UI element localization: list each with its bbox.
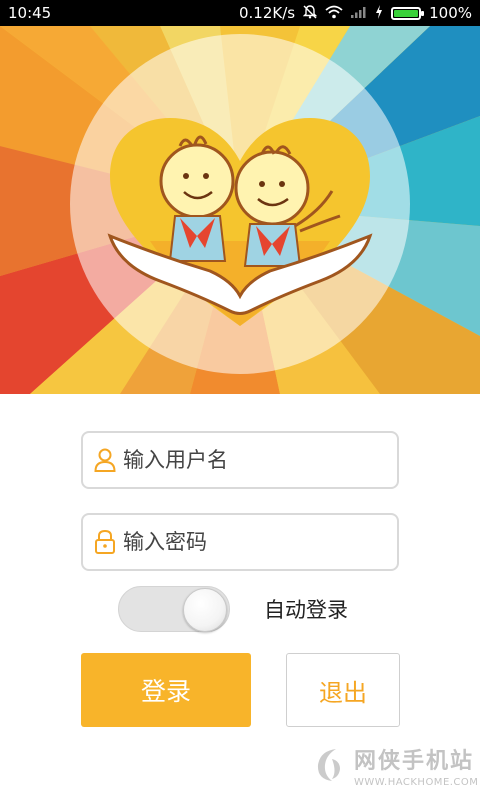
status-time: 10:45 bbox=[8, 4, 52, 22]
status-bar: 10:45 0.12K/s 100% bbox=[0, 0, 480, 26]
watermark-logo-icon bbox=[312, 745, 346, 785]
exit-button[interactable]: 退出 bbox=[286, 653, 400, 727]
watermark-url: WWW.HACKHOME.COM bbox=[354, 776, 479, 788]
username-field[interactable] bbox=[81, 431, 399, 489]
watermark: 网侠手机站 WWW.HACKHOME.COM bbox=[312, 735, 480, 795]
username-input[interactable] bbox=[123, 448, 397, 472]
password-field[interactable] bbox=[81, 513, 399, 571]
login-button[interactable]: 登录 bbox=[81, 653, 251, 727]
battery-percent: 100% bbox=[429, 4, 472, 22]
charging-icon bbox=[375, 4, 383, 22]
battery-icon bbox=[391, 6, 425, 20]
banner-illustration bbox=[0, 26, 480, 394]
auto-login-label: 自动登录 bbox=[264, 598, 348, 622]
watermark-name: 网侠手机站 bbox=[354, 748, 475, 774]
network-speed: 0.12K/s bbox=[239, 4, 296, 22]
password-input[interactable] bbox=[123, 530, 397, 554]
user-icon bbox=[93, 447, 117, 473]
signal-icon bbox=[351, 6, 367, 21]
auto-login-toggle[interactable] bbox=[118, 586, 230, 632]
toggle-knob[interactable] bbox=[183, 588, 227, 632]
lock-icon bbox=[93, 529, 117, 555]
mute-icon bbox=[302, 4, 318, 22]
wifi-icon bbox=[325, 5, 343, 22]
